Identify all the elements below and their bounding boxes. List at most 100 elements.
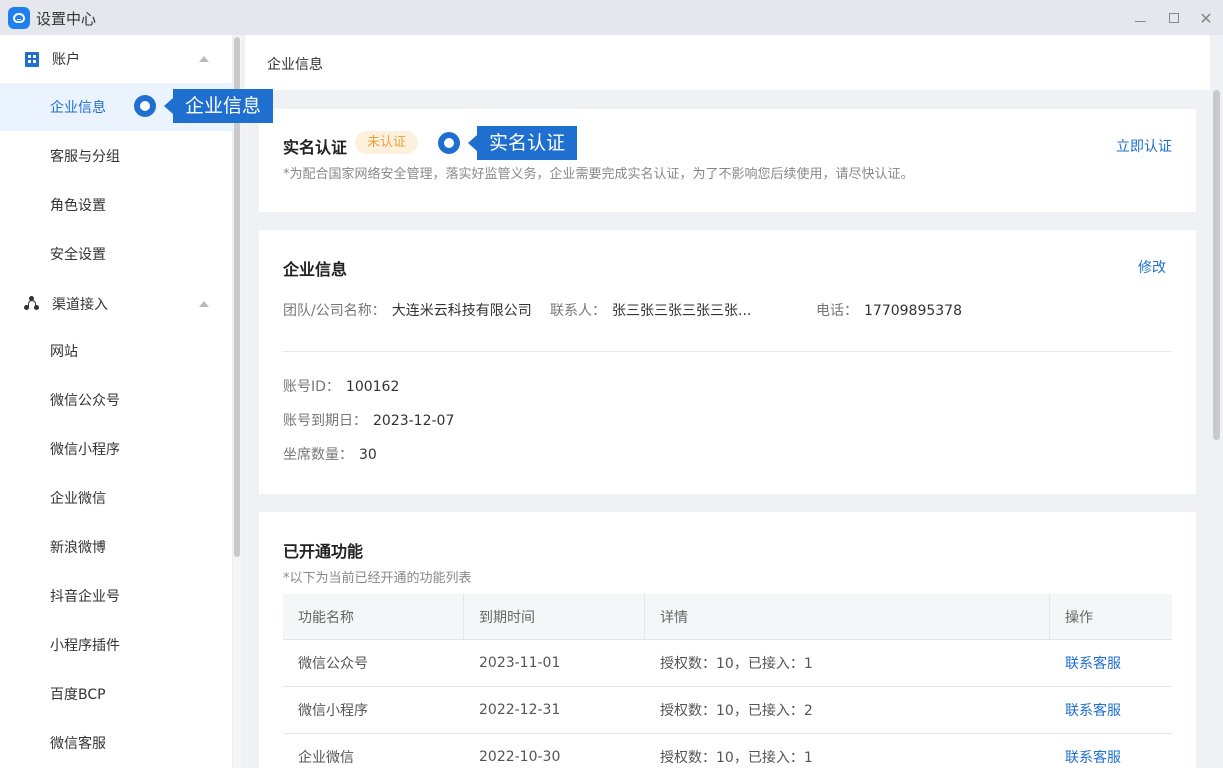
close-button[interactable]: ✕ xyxy=(1197,9,1215,28)
expire-date-field: 账号到期日： 2023-12-07 xyxy=(283,410,454,430)
verification-title: 实名认证 xyxy=(283,138,348,157)
feature-name: 企业微信 xyxy=(298,750,354,766)
callout-ring-icon xyxy=(134,95,156,117)
callout-ring-icon xyxy=(438,132,460,154)
sidebar-item-douyin[interactable]: 抖音企业号 xyxy=(0,572,232,620)
sidebar: 账户 企业信息 客服与分组 角色设置 安全设置 渠道接入 网站 微信公众号 微信… xyxy=(0,35,233,768)
callout-label: 实名认证 xyxy=(477,126,578,160)
verification-card: 实名认证 未认证 立即认证 *为配合国家网络安全管理，落实好监管义务，企业需要完… xyxy=(259,109,1196,212)
main-header: 企业信息 xyxy=(245,35,1210,90)
feature-expire: 2022-12-31 xyxy=(479,702,561,718)
feature-detail: 授权数：10，已接入：1 xyxy=(660,656,813,672)
sidebar-item-label: 企业信息 xyxy=(50,100,106,116)
field-value: 张三张三张三张三张... xyxy=(612,303,752,319)
account-id-field: 账号ID： 100162 xyxy=(283,376,399,396)
callout-label: 企业信息 xyxy=(173,89,274,123)
sidebar-group-account[interactable]: 账户 xyxy=(0,35,232,83)
main-scrollbar[interactable] xyxy=(1210,35,1223,768)
seats-field: 坐席数量： 30 xyxy=(283,444,377,464)
company-name-field: 团队/公司名称： 大连米云科技有限公司 xyxy=(283,300,532,320)
chat-face-icon xyxy=(8,7,30,29)
sidebar-item-wechat-official[interactable]: 微信公众号 xyxy=(0,376,232,424)
column-header: 操作 xyxy=(1065,609,1093,626)
sidebar-item-security[interactable]: 安全设置 xyxy=(0,230,232,278)
field-label: 联系人： xyxy=(550,303,606,319)
edit-link[interactable]: 修改 xyxy=(1138,257,1166,277)
contact-service-link[interactable]: 联系客服 xyxy=(1050,640,1172,686)
caret-up-icon[interactable] xyxy=(199,301,209,307)
network-icon xyxy=(24,296,40,312)
sidebar-scrollbar[interactable] xyxy=(233,35,241,768)
contact-service-link[interactable]: 联系客服 xyxy=(1050,687,1172,733)
sidebar-item-label: 安全设置 xyxy=(50,247,106,263)
sidebar-item-label: 微信客服 xyxy=(50,736,106,752)
field-value: 2023-12-07 xyxy=(373,413,455,429)
building-icon xyxy=(25,51,39,67)
column-header: 到期时间 xyxy=(464,594,645,639)
divider xyxy=(283,351,1172,352)
feature-name: 微信公众号 xyxy=(298,656,368,672)
verify-now-link[interactable]: 立即认证 xyxy=(1116,136,1172,156)
callout-verification: 实名认证 xyxy=(438,126,578,160)
maximize-button[interactable] xyxy=(1165,9,1183,27)
feature-name: 微信小程序 xyxy=(298,703,368,719)
minimize-icon xyxy=(1134,20,1146,22)
title-bar: 设置中心 ✕ xyxy=(0,0,1223,35)
company-info-title: 企业信息 xyxy=(283,260,348,279)
company-info-card: 企业信息 修改 团队/公司名称： 大连米云科技有限公司 联系人： 张三张三张三张三张… xyxy=(259,230,1196,494)
features-table: 功能名称 到期时间 详情 操作 微信公众号 2023-11-01 授权数：10，… xyxy=(283,594,1172,768)
sidebar-item-wechat-miniprogram[interactable]: 微信小程序 xyxy=(0,425,232,473)
field-value: 100162 xyxy=(345,379,400,395)
column-header: 详情 xyxy=(645,594,1050,639)
feature-expire: 2023-11-01 xyxy=(479,655,561,671)
table-row: 微信小程序 2022-12-31 授权数：10，已接入：2 联系客服 xyxy=(283,687,1172,734)
field-label: 团队/公司名称： xyxy=(283,303,386,319)
table-header: 功能名称 到期时间 详情 操作 xyxy=(283,594,1172,640)
caret-up-icon[interactable] xyxy=(199,56,209,62)
sidebar-item-label: 微信小程序 xyxy=(50,442,120,458)
phone-field: 电话： 17709895378 xyxy=(816,300,962,320)
main-scrollbar-thumb[interactable] xyxy=(1213,90,1220,440)
window-title: 设置中心 xyxy=(36,10,97,28)
sidebar-item-miniprogram-plugin[interactable]: 小程序插件 xyxy=(0,621,232,669)
minimize-button[interactable] xyxy=(1131,9,1149,27)
sidebar-item-wechat-service[interactable]: 微信客服 xyxy=(0,719,232,767)
status-badge: 未认证 xyxy=(355,131,419,154)
feature-expire: 2022-10-30 xyxy=(479,749,561,765)
sidebar-item-label: 客服与分组 xyxy=(50,149,120,165)
sidebar-item-label: 抖音企业号 xyxy=(50,589,120,605)
sidebar-group-channels[interactable]: 渠道接入 xyxy=(0,280,232,328)
sidebar-item-label: 企业微信 xyxy=(50,491,106,507)
feature-detail: 授权数：10，已接入：1 xyxy=(660,750,813,766)
sidebar-item-label: 角色设置 xyxy=(50,198,106,214)
sidebar-item-weibo[interactable]: 新浪微博 xyxy=(0,523,232,571)
sidebar-item-service-groups[interactable]: 客服与分组 xyxy=(0,132,232,180)
maximize-icon xyxy=(1169,13,1179,23)
table-row: 微信公众号 2023-11-01 授权数：10，已接入：1 联系客服 xyxy=(283,640,1172,687)
verification-note: *为配合国家网络安全管理，落实好监管义务，企业需要完成实名认证，为了不影响您后续… xyxy=(283,167,914,182)
page-title: 企业信息 xyxy=(267,57,323,73)
sidebar-item-website[interactable]: 网站 xyxy=(0,327,232,375)
features-note: *以下为当前已经开通的功能列表 xyxy=(283,571,472,586)
sidebar-item-baidu-bcp[interactable]: 百度BCP xyxy=(0,670,232,718)
field-label: 坐席数量： xyxy=(283,447,353,463)
table-row: 企业微信 2022-10-30 授权数：10，已接入：1 联系客服 xyxy=(283,734,1172,768)
field-label: 账号到期日： xyxy=(283,413,367,429)
sidebar-item-label: 百度BCP xyxy=(50,687,106,703)
contact-field: 联系人： 张三张三张三张三张... xyxy=(550,300,751,320)
column-header: 功能名称 xyxy=(283,594,464,639)
sidebar-item-wecom[interactable]: 企业微信 xyxy=(0,474,232,522)
field-value: 30 xyxy=(359,447,377,463)
sidebar-item-label: 小程序插件 xyxy=(50,638,120,654)
callout-company-info: 企业信息 xyxy=(134,89,274,123)
field-label: 电话： xyxy=(816,303,858,319)
contact-service-link[interactable]: 联系客服 xyxy=(1050,734,1172,768)
sidebar-item-label: 网站 xyxy=(50,344,78,360)
sidebar-group-label: 账户 xyxy=(52,52,80,68)
feature-detail: 授权数：10，已接入：2 xyxy=(660,703,813,719)
field-value: 大连米云科技有限公司 xyxy=(391,303,532,319)
sidebar-group-label: 渠道接入 xyxy=(52,297,108,313)
field-label: 账号ID： xyxy=(283,379,340,395)
sidebar-item-roles[interactable]: 角色设置 xyxy=(0,181,232,229)
field-value: 17709895378 xyxy=(864,303,962,319)
